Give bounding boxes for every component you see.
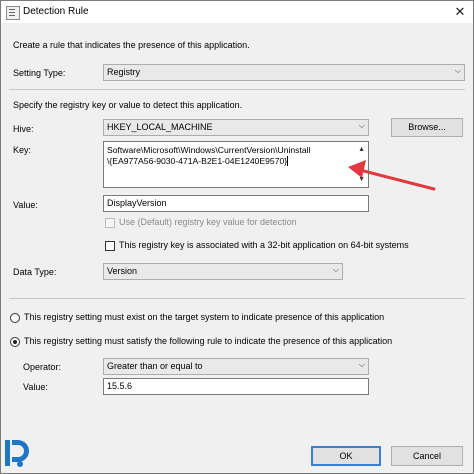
use-default-checkbox[interactable] <box>105 218 115 228</box>
specify-text: Specify the registry key or value to det… <box>13 100 243 110</box>
registry-32bit-checkbox[interactable] <box>105 241 115 251</box>
chevron-down-icon: ⌵ <box>454 66 461 75</box>
value-input[interactable]: DisplayVersion <box>103 195 369 212</box>
data-type-label: Data Type: <box>13 267 57 277</box>
chevron-down-icon: ⌵ <box>358 121 365 130</box>
scroll-up-icon[interactable]: ▲ <box>358 144 365 155</box>
registry-32bit-label: This registry key is associated with a 3… <box>119 240 409 250</box>
ok-button[interactable]: OK <box>311 446 381 466</box>
setting-type-label: Setting Type: <box>13 68 66 78</box>
operator-label: Operator: <box>23 362 62 372</box>
logo-icon <box>5 440 29 467</box>
text-caret <box>287 156 289 166</box>
detection-rule-dialog: Detection Rule ✕ Create a rule that indi… <box>0 0 474 474</box>
radio-setting-satisfy-label: This registry setting must satisfy the f… <box>24 336 393 346</box>
setting-type-select[interactable]: Registry ⌵ <box>103 64 465 81</box>
chevron-down-icon: ⌵ <box>358 360 365 369</box>
cancel-button[interactable]: Cancel <box>391 446 463 466</box>
close-button[interactable]: ✕ <box>451 3 469 21</box>
browse-button[interactable]: Browse... <box>391 118 463 137</box>
key-line-1: Software\Microsoft\Windows\CurrentVersio… <box>107 145 311 155</box>
hive-value: HKEY_LOCAL_MACHINE <box>107 122 213 132</box>
hive-select[interactable]: HKEY_LOCAL_MACHINE ⌵ <box>103 119 369 136</box>
divider-top <box>9 89 465 90</box>
annotation-arrow-icon <box>348 160 436 191</box>
rule-value-label: Value: <box>23 382 48 392</box>
radio-setting-exists[interactable] <box>10 313 20 323</box>
use-default-label: Use (Default) registry key value for det… <box>119 217 297 227</box>
data-type-select[interactable]: Version ⌵ <box>103 263 343 280</box>
setting-type-value: Registry <box>107 67 141 77</box>
operator-value: Greater than or equal to <box>107 361 203 371</box>
key-line-2: \{EA977A56-9030-471A-B2E1-04E1240E9570} <box>107 156 288 166</box>
title-bar: Detection Rule ✕ <box>1 1 473 23</box>
radio-setting-satisfy[interactable] <box>10 337 20 347</box>
rule-value-input[interactable]: 15.5.6 <box>103 378 369 395</box>
close-icon: ✕ <box>454 4 466 19</box>
divider-middle <box>9 298 465 299</box>
hive-label: Hive: <box>13 124 34 134</box>
value-label: Value: <box>13 200 38 210</box>
window-app-icon <box>6 6 20 20</box>
key-label: Key: <box>13 145 32 155</box>
key-textarea[interactable]: Software\Microsoft\Windows\CurrentVersio… <box>103 141 369 188</box>
radio-setting-exists-label: This registry setting must exist on the … <box>24 312 385 322</box>
intro-text: Create a rule that indicates the presenc… <box>13 40 250 50</box>
chevron-down-icon: ⌵ <box>332 265 339 274</box>
window-title: Detection Rule <box>23 6 89 17</box>
operator-select[interactable]: Greater than or equal to ⌵ <box>103 358 369 375</box>
data-type-value: Version <box>107 266 138 276</box>
